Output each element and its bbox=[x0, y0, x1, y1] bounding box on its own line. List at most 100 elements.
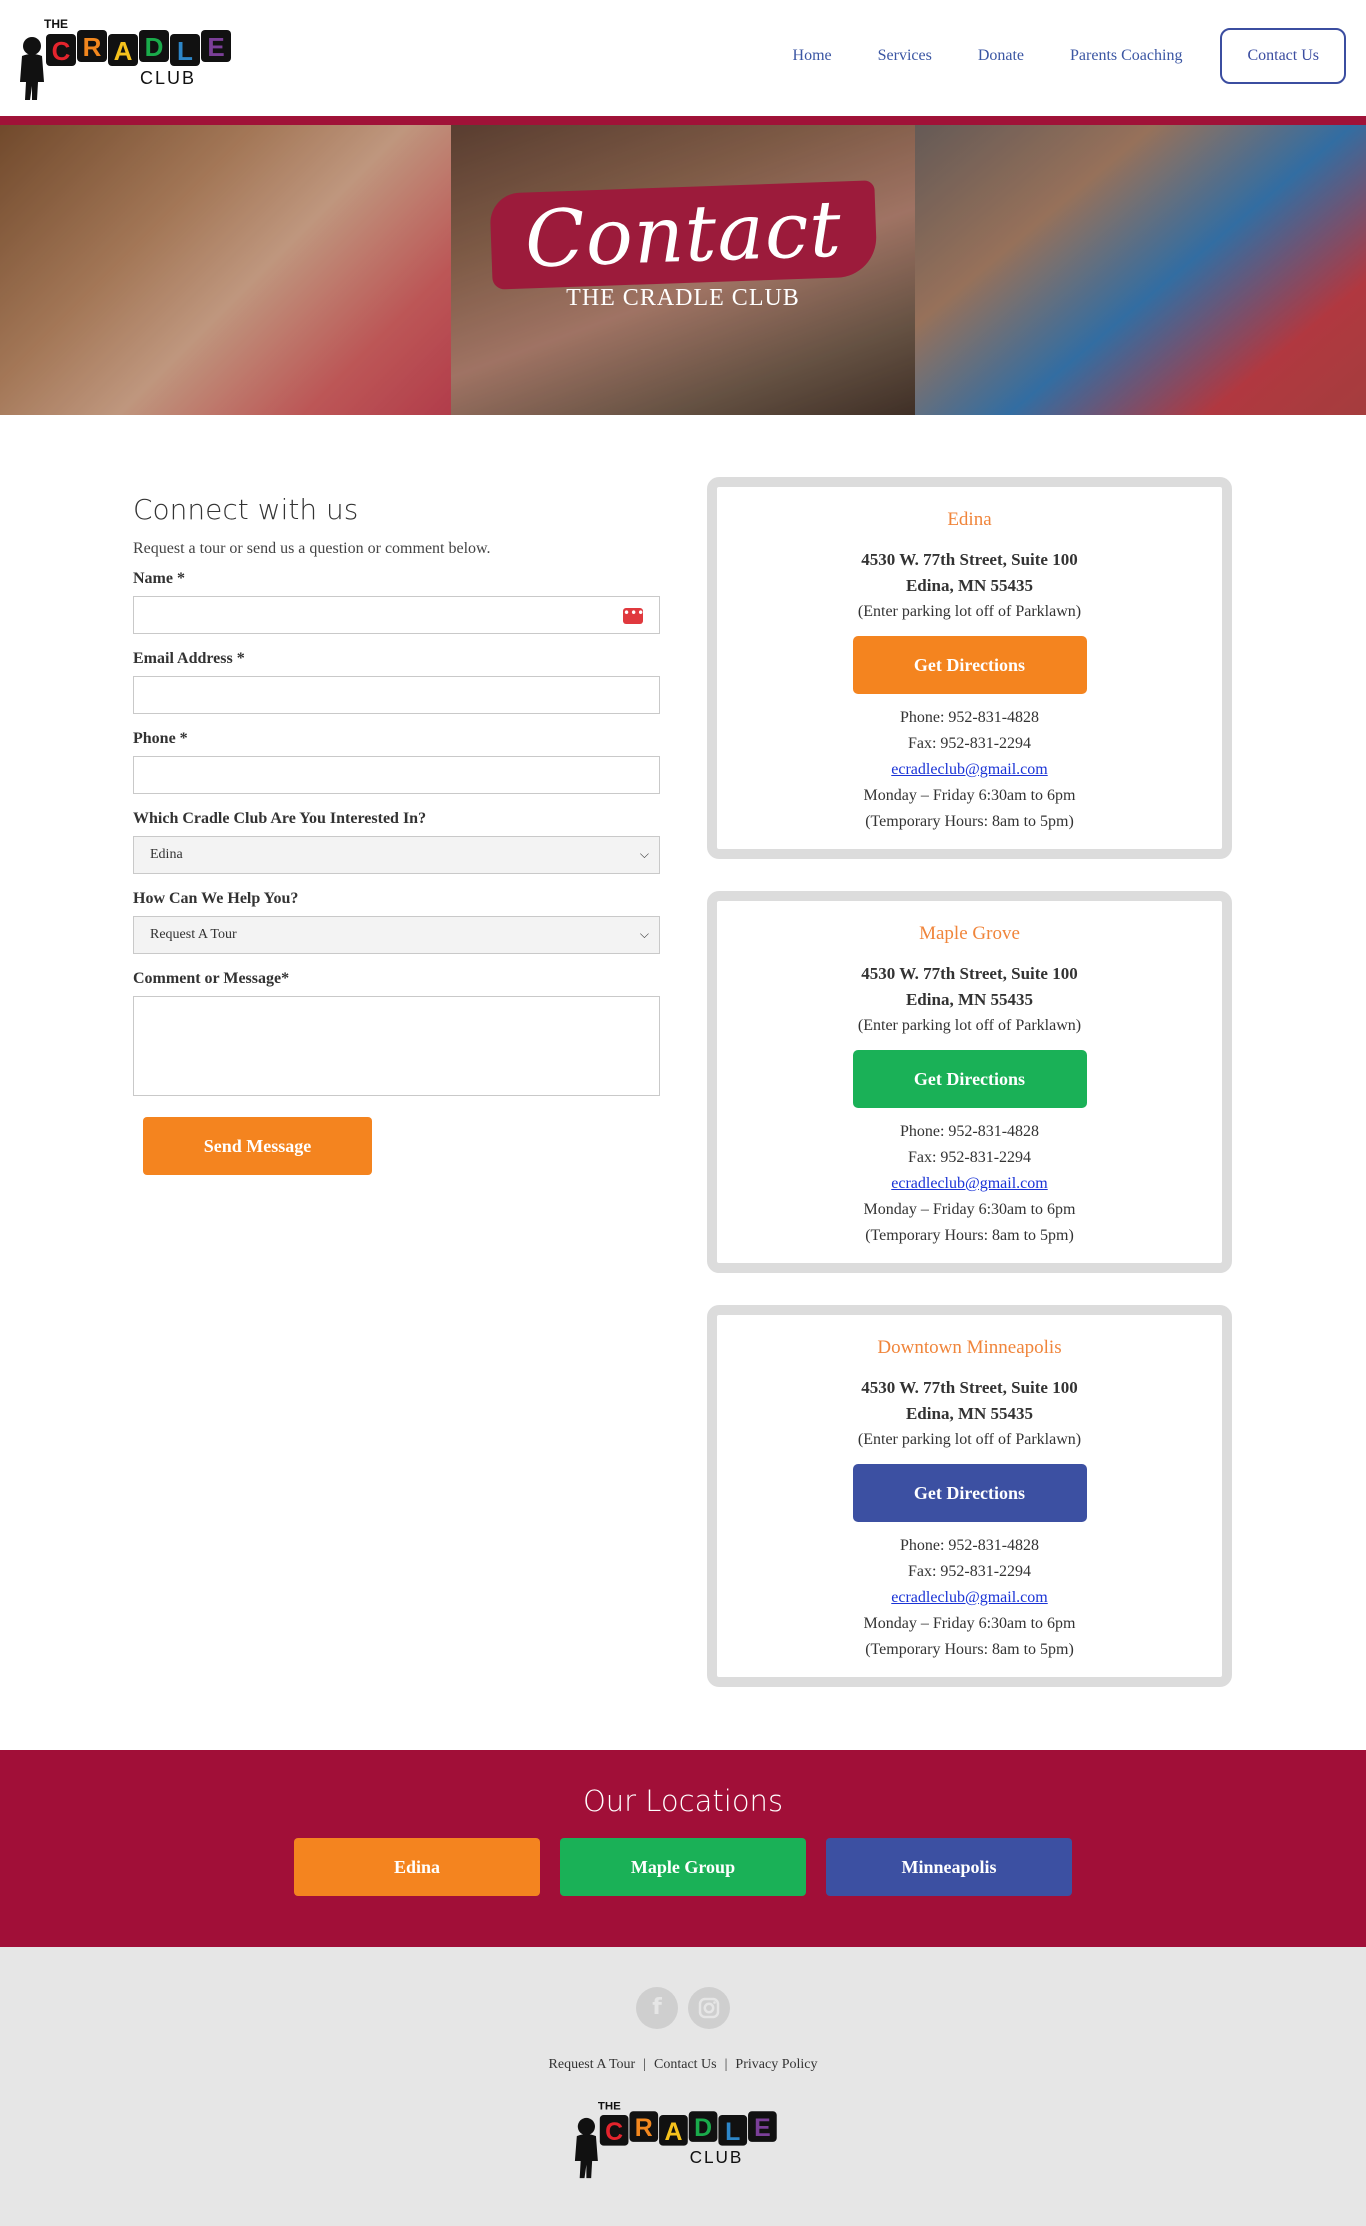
location-button-minneapolis[interactable]: Minneapolis bbox=[826, 1838, 1072, 1896]
location-fax: Fax: 952-831-2294 bbox=[907, 1563, 1032, 1580]
name-input[interactable]: ••• bbox=[133, 596, 660, 634]
location-parking-note: (Enter parking lot off of Parklawn) bbox=[857, 1431, 1082, 1448]
location-phone: Phone: 952-831-4828 bbox=[899, 709, 1040, 726]
location-card-maple-grove: Maple Grove 4530 W. 77th Street, Suite 1… bbox=[707, 891, 1232, 1273]
footer-logo[interactable]: THE CRADLE CLUB bbox=[573, 2093, 793, 2183]
site-footer: f Request A Tour | Contact Us | Privacy Poli… bbox=[0, 1947, 1366, 2226]
location-name: Maple Grove bbox=[919, 923, 1020, 944]
logo-letter: D bbox=[694, 2114, 712, 2142]
location-card-downtown-minneapolis: Downtown Minneapolis 4530 W. 77th Street… bbox=[707, 1305, 1232, 1687]
email-input[interactable] bbox=[133, 676, 660, 714]
hero-photo-baby bbox=[0, 125, 451, 415]
location-address-line1: 4530 W. 77th Street, Suite 100 bbox=[861, 1378, 1078, 1397]
location-address-line2: Edina, MN 55435 bbox=[905, 1404, 1034, 1423]
location-temp-hours: (Temporary Hours: 8am to 5pm) bbox=[865, 1641, 1074, 1658]
club-select[interactable]: Edina ⌵ bbox=[133, 836, 660, 874]
help-label: How Can We Help You? bbox=[133, 890, 299, 907]
club-select-value: Edina bbox=[150, 847, 183, 862]
footer-link-contact[interactable]: Contact Us bbox=[654, 2057, 717, 2072]
location-fax: Fax: 952-831-2294 bbox=[907, 735, 1032, 752]
location-address-line1: 4530 W. 77th Street, Suite 100 bbox=[861, 550, 1078, 569]
logo-letters: CRADLE bbox=[46, 30, 231, 66]
send-message-button[interactable]: Send Message bbox=[143, 1117, 372, 1175]
location-temp-hours: (Temporary Hours: 8am to 5pm) bbox=[865, 813, 1074, 830]
autofill-icon[interactable]: ••• bbox=[623, 607, 644, 624]
facebook-icon[interactable]: f bbox=[636, 1987, 678, 2029]
hero-title: Contact bbox=[523, 184, 843, 286]
logo-letter: D bbox=[145, 32, 164, 62]
site-logo[interactable]: THE CRADLE CLUB bbox=[18, 12, 248, 104]
form-intro: Request a tour or send us a question or … bbox=[133, 540, 491, 557]
location-fax: Fax: 952-831-2294 bbox=[907, 1149, 1032, 1166]
header-accent-bar bbox=[0, 116, 1366, 125]
location-name: Downtown Minneapolis bbox=[877, 1337, 1062, 1358]
social-links: f bbox=[0, 1987, 1366, 2029]
logo-letter: L bbox=[725, 2118, 740, 2146]
instagram-icon[interactable] bbox=[688, 1987, 730, 2029]
footer-link-separator: | bbox=[643, 2057, 646, 2072]
location-phone: Phone: 952-831-4828 bbox=[899, 1123, 1040, 1140]
location-email-link[interactable]: ecradleclub@gmail.com bbox=[891, 1589, 1047, 1606]
get-directions-button[interactable]: Get Directions bbox=[852, 636, 1087, 694]
logo-letter: R bbox=[83, 32, 102, 62]
help-select[interactable]: Request A Tour ⌵ bbox=[133, 916, 660, 954]
location-phone: Phone: 952-831-4828 bbox=[899, 1537, 1040, 1554]
phone-input[interactable] bbox=[133, 756, 660, 794]
nav-services[interactable]: Services bbox=[878, 47, 932, 65]
get-directions-button[interactable]: Get Directions bbox=[852, 1050, 1087, 1108]
form-heading: Connect with us bbox=[133, 493, 359, 526]
location-email-link[interactable]: ecradleclub@gmail.com bbox=[891, 761, 1047, 778]
hero-title-brush: Contact bbox=[489, 180, 877, 290]
our-locations-section: Our Locations Edina Maple Group Minneapo… bbox=[0, 1750, 1366, 1947]
location-name: Edina bbox=[947, 509, 992, 530]
logo-bottom-text: CLUB bbox=[690, 2147, 744, 2167]
location-email-link[interactable]: ecradleclub@gmail.com bbox=[891, 1175, 1047, 1192]
get-directions-button[interactable]: Get Directions bbox=[852, 1464, 1087, 1522]
main-content: Connect with us Request a tour or send u… bbox=[0, 415, 1366, 1750]
location-cards: Edina 4530 W. 77th Street, Suite 100 Edi… bbox=[707, 477, 1232, 1719]
logo-letter: C bbox=[52, 36, 71, 66]
logo-letter: E bbox=[754, 2114, 771, 2142]
our-locations-buttons: Edina Maple Group Minneapolis bbox=[0, 1838, 1366, 1896]
hero-title-block: Contact THE CRADLE CLUB bbox=[473, 180, 893, 312]
chevron-down-icon: ⌵ bbox=[639, 847, 649, 861]
logo-letter: E bbox=[207, 32, 224, 62]
hero-subtitle: THE CRADLE CLUB bbox=[566, 285, 800, 311]
location-button-edina[interactable]: Edina bbox=[294, 1838, 540, 1896]
location-parking-note: (Enter parking lot off of Parklawn) bbox=[857, 603, 1082, 620]
nav-donate[interactable]: Donate bbox=[978, 47, 1024, 65]
logo-letter: L bbox=[177, 36, 193, 66]
nav-parents-coaching[interactable]: Parents Coaching bbox=[1070, 47, 1182, 65]
location-button-maple-group[interactable]: Maple Group bbox=[560, 1838, 806, 1896]
logo-letter: A bbox=[664, 2118, 682, 2146]
location-address-line2: Edina, MN 55435 bbox=[905, 990, 1034, 1009]
logo-letter: C bbox=[605, 2118, 623, 2146]
our-locations-heading: Our Locations bbox=[582, 1784, 784, 1818]
nav-home[interactable]: Home bbox=[793, 47, 832, 65]
location-address-line1: 4530 W. 77th Street, Suite 100 bbox=[861, 964, 1078, 983]
hero-photo-kids bbox=[915, 125, 1366, 415]
message-label: Comment or Message* bbox=[133, 970, 290, 987]
hero-banner: Contact THE CRADLE CLUB bbox=[0, 125, 1366, 415]
site-header: THE CRADLE CLUB Home Services Donate Par… bbox=[0, 0, 1366, 116]
logo-letter: A bbox=[114, 36, 133, 66]
nav-contact-button[interactable]: Contact Us bbox=[1220, 28, 1346, 84]
logo-letters: CRADLE bbox=[599, 2111, 777, 2146]
logo-bottom-text: CLUB bbox=[140, 68, 196, 88]
main-nav: Home Services Donate Parents Coaching Co… bbox=[747, 28, 1346, 84]
name-label: Name * bbox=[133, 570, 185, 587]
location-temp-hours: (Temporary Hours: 8am to 5pm) bbox=[865, 1227, 1074, 1244]
location-hours: Monday – Friday 6:30am to 6pm bbox=[863, 1615, 1076, 1632]
location-parking-note: (Enter parking lot off of Parklawn) bbox=[857, 1017, 1082, 1034]
message-textarea[interactable] bbox=[133, 996, 660, 1096]
email-label: Email Address * bbox=[133, 650, 245, 667]
footer-link-request-tour[interactable]: Request A Tour bbox=[549, 2057, 636, 2072]
contact-form: Connect with us Request a tour or send u… bbox=[133, 493, 660, 1175]
location-hours: Monday – Friday 6:30am to 6pm bbox=[863, 787, 1076, 804]
logo-letter: R bbox=[635, 2114, 653, 2142]
logo-top-text: THE bbox=[44, 17, 68, 31]
footer-link-privacy[interactable]: Privacy Policy bbox=[735, 2057, 817, 2072]
help-select-value: Request A Tour bbox=[150, 927, 237, 942]
footer-link-separator: | bbox=[724, 2057, 728, 2072]
logo-top-text: THE bbox=[598, 2100, 621, 2112]
